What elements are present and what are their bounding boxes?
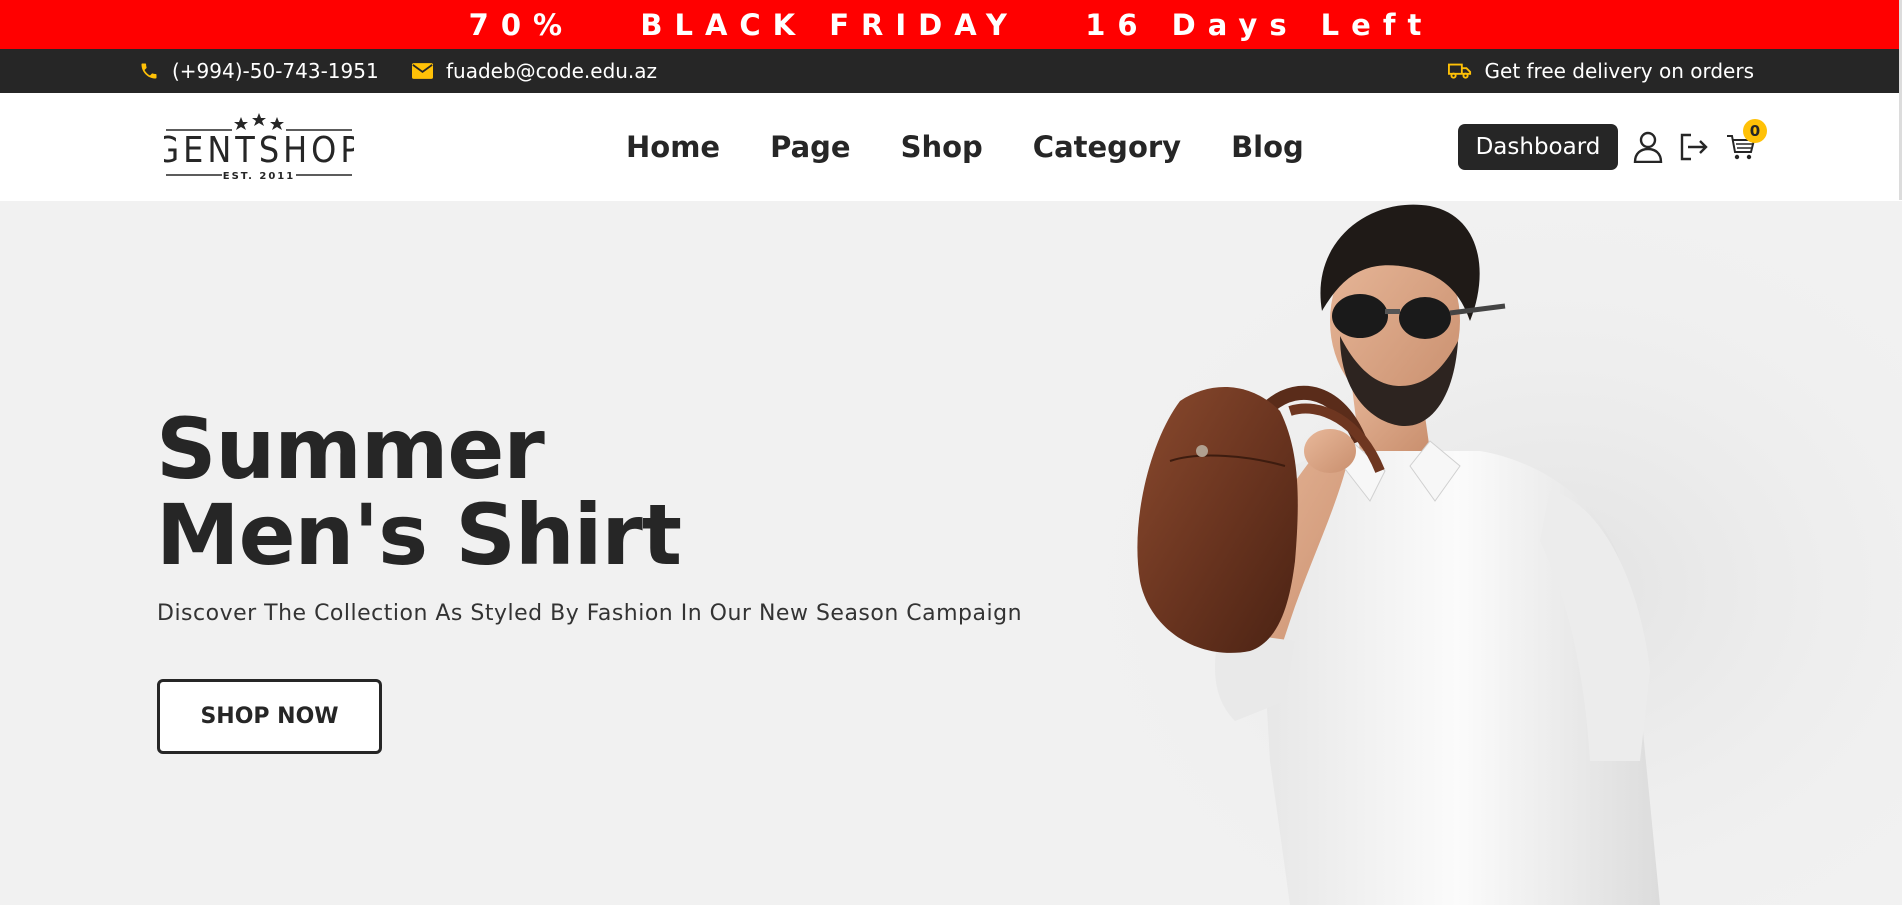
phone-contact[interactable]: (+994)-50-743-1951 — [139, 49, 379, 93]
hero-subtitle: Discover The Collection As Styled By Fas… — [157, 601, 1023, 626]
truck-icon — [1447, 62, 1472, 80]
delivery-info: Get free delivery on orders — [1447, 49, 1754, 93]
user-icon[interactable] — [1631, 130, 1665, 164]
nav-blog[interactable]: Blog — [1231, 130, 1304, 164]
hero-model-image — [1040, 201, 1902, 905]
hero-title-line-2: Men's Shirt — [156, 486, 682, 584]
svg-text:EST. 2011: EST. 2011 — [223, 171, 295, 182]
contact-bar: (+994)-50-743-1951 fuadeb@code.edu.az Ge… — [0, 49, 1902, 93]
email-contact[interactable]: fuadeb@code.edu.az — [412, 49, 657, 93]
hero-title-line-1: Summer — [156, 400, 545, 498]
main-nav: Home Page Shop Category Blog — [626, 93, 1354, 201]
nav-home[interactable]: Home — [626, 130, 720, 164]
cart-count-badge: 0 — [1743, 119, 1767, 143]
svg-text:GENTSHOP: GENTSHOP — [164, 130, 354, 171]
email-address: fuadeb@code.edu.az — [446, 59, 658, 83]
site-header: GENTSHOP EST. 2011 Home Page Shop Catego… — [0, 93, 1902, 201]
hero-section: Summer Men's Shirt Discover The Collecti… — [0, 201, 1902, 905]
nav-shop[interactable]: Shop — [901, 130, 983, 164]
phone-number: (+994)-50-743-1951 — [172, 59, 379, 83]
envelope-icon — [412, 63, 433, 79]
nav-category[interactable]: Category — [1033, 130, 1181, 164]
dashboard-button[interactable]: Dashboard — [1458, 124, 1618, 170]
nav-page[interactable]: Page — [770, 130, 850, 164]
gentshop-logo[interactable]: GENTSHOP EST. 2011 — [154, 107, 360, 183]
promo-banner: 70% BLACK FRIDAY 16 Days Left — [0, 0, 1902, 49]
phone-icon — [139, 61, 159, 81]
hero-title: Summer Men's Shirt — [156, 406, 1056, 578]
shop-now-button[interactable]: SHOP NOW — [157, 679, 382, 754]
delivery-text: Get free delivery on orders — [1484, 59, 1754, 83]
page: 70% BLACK FRIDAY 16 Days Left (+994)-50-… — [0, 0, 1902, 905]
logout-icon[interactable] — [1677, 130, 1711, 164]
